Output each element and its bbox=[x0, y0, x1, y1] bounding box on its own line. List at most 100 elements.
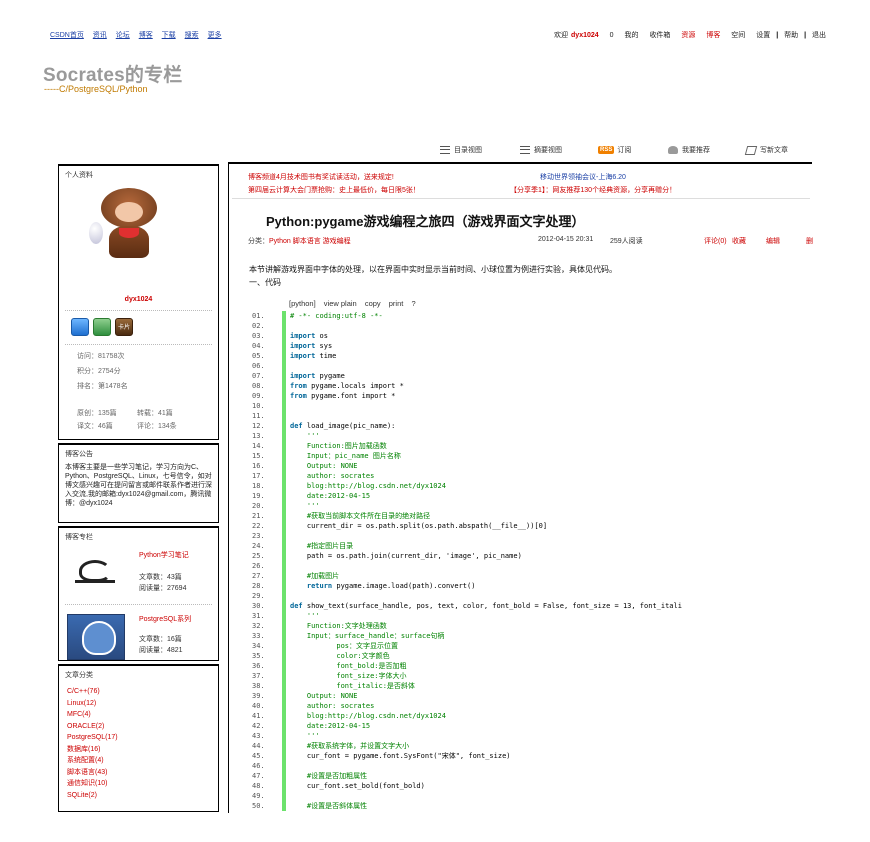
write-article-button[interactable]: 写新文章 bbox=[744, 145, 788, 155]
category-list: C/C++(76) Linux(12) MFC(4) ORACLE(2) Pos… bbox=[59, 684, 218, 803]
recommend-label: 我要推荐 bbox=[682, 147, 710, 154]
nav-link-download[interactable]: 下载 bbox=[162, 32, 176, 39]
user-link[interactable]: dyx1024 bbox=[571, 32, 599, 39]
medal-icon[interactable] bbox=[71, 318, 89, 336]
category-item[interactable]: PostgreSQL(17) bbox=[67, 732, 210, 744]
category-label: 分类： bbox=[248, 238, 269, 245]
code-text: import pygame bbox=[290, 372, 345, 380]
notice-link[interactable]: 第四届云计算大会门票抢购：史上最低价，每日限5张！ bbox=[248, 185, 420, 197]
comments-link[interactable]: 评论(0) bbox=[704, 236, 727, 246]
medal-icon[interactable] bbox=[93, 318, 111, 336]
code-line: 23. bbox=[252, 531, 814, 541]
code-text: date:2012-04-15 bbox=[290, 492, 371, 500]
nav-link-forum[interactable]: 论坛 bbox=[116, 32, 130, 39]
line-number: 18. bbox=[252, 482, 265, 490]
code-line: 14. Function:图片加载函数 bbox=[252, 441, 814, 451]
category-item[interactable]: SQLite(2) bbox=[67, 790, 210, 802]
line-number: 14. bbox=[252, 442, 265, 450]
help-link[interactable]: 帮助 bbox=[784, 32, 798, 39]
section-heading: 一、代码 bbox=[249, 278, 281, 287]
code-text: ''' bbox=[290, 432, 320, 440]
line-number: 12. bbox=[252, 422, 265, 430]
code-language: [python] bbox=[289, 299, 316, 308]
notice-link[interactable]: 【分享季1】：网友推荐130个经典资源，分享再赠分！ bbox=[510, 185, 676, 197]
line-number: 22. bbox=[252, 522, 265, 530]
card-icon[interactable]: 卡片 bbox=[115, 318, 133, 336]
profile-username[interactable]: dyx1024 bbox=[59, 296, 218, 303]
nav-link-blog[interactable]: 博客 bbox=[139, 32, 153, 39]
line-number: 41. bbox=[252, 712, 265, 720]
line-number: 46. bbox=[252, 762, 265, 770]
line-number: 39. bbox=[252, 692, 265, 700]
line-number: 19. bbox=[252, 492, 265, 500]
welcome-text: 欢迎 bbox=[554, 32, 569, 39]
line-number: 16. bbox=[252, 462, 265, 470]
resources-link[interactable]: 资源 bbox=[681, 32, 695, 39]
line-number: 37. bbox=[252, 672, 265, 680]
favorite-link[interactable]: 收藏 bbox=[732, 236, 746, 246]
line-number: 28. bbox=[252, 582, 265, 590]
blog-title[interactable]: Socrates的专栏 bbox=[43, 60, 182, 87]
mine-label: 我的 bbox=[624, 32, 639, 39]
nav-link-csdn-home[interactable]: CSDN首页 bbox=[50, 32, 84, 39]
line-number: 25. bbox=[252, 552, 265, 560]
column-name[interactable]: Python学习笔记 bbox=[139, 550, 189, 560]
code-text: Input：pic_name 图片名称 bbox=[290, 452, 401, 460]
help-link[interactable]: ? bbox=[411, 299, 415, 308]
column-image[interactable] bbox=[67, 550, 123, 596]
rss-subscribe-button[interactable]: RSS 订阅 bbox=[598, 145, 631, 155]
category-item[interactable]: C/C++(76) bbox=[67, 686, 210, 698]
summary-view-button[interactable]: 摘要视图 bbox=[520, 145, 562, 155]
message-count[interactable]: 0 bbox=[610, 32, 614, 39]
article-title[interactable]: Python:pygame游戏编程之旅四（游戏界面文字处理） bbox=[266, 211, 585, 230]
line-number: 30. bbox=[252, 602, 265, 610]
article-categories[interactable]: Python 脚本语言 游戏编程 bbox=[269, 238, 351, 245]
postgresql-elephant-icon[interactable] bbox=[67, 614, 125, 660]
logout-link[interactable]: 退出 bbox=[812, 32, 826, 39]
my-blog-link[interactable]: 博客 bbox=[706, 32, 720, 39]
column-articles: 文章数：43篇 bbox=[139, 574, 182, 581]
line-number: 13. bbox=[252, 432, 265, 440]
column-item: PostgreSQL系列 文章数：16篇 阅读量：4821 bbox=[67, 614, 213, 664]
code-line: 10. bbox=[252, 401, 814, 411]
notice-link[interactable]: 移动世界领袖会议-上海6.20 bbox=[540, 172, 626, 184]
inbox-link[interactable]: 收件箱 bbox=[649, 32, 670, 39]
original-count: 原创：135篇 bbox=[77, 410, 117, 417]
settings-link[interactable]: 设置 bbox=[756, 32, 770, 39]
category-item[interactable]: 系统配置(4) bbox=[67, 755, 210, 767]
category-item[interactable]: 脚本语言(43) bbox=[67, 767, 210, 779]
nav-link-more[interactable]: 更多 bbox=[208, 32, 222, 39]
print-link[interactable]: print bbox=[389, 299, 404, 308]
recommend-button[interactable]: 我要推荐 bbox=[668, 145, 710, 155]
column-name[interactable]: PostgreSQL系列 bbox=[139, 614, 191, 624]
code-line: 44. #获取系统字体，并设置文字大小 bbox=[252, 741, 814, 751]
code-line: 04. import sys bbox=[252, 341, 814, 351]
avatar[interactable] bbox=[85, 188, 171, 260]
code-toolbar: [python] view plain copy print ? bbox=[289, 299, 422, 308]
category-item[interactable]: 数据库(16) bbox=[67, 744, 210, 756]
article-meta: 分类：Python 脚本语言 游戏编程 2012-04-15 20:31 259… bbox=[248, 236, 813, 246]
code-line: 49. bbox=[252, 791, 814, 801]
code-text: path = os.path.join(current_dir, 'image'… bbox=[290, 552, 522, 560]
category-item[interactable]: 通信知识(10) bbox=[67, 778, 210, 790]
article-date: 2012-04-15 20:31 bbox=[538, 236, 594, 243]
nav-link-search[interactable]: 搜索 bbox=[185, 32, 199, 39]
category-item[interactable]: MFC(4) bbox=[67, 709, 210, 721]
category-item[interactable]: Linux(12) bbox=[67, 698, 210, 710]
directory-view-button[interactable]: 目录视图 bbox=[440, 145, 482, 155]
code-line: 05. import time bbox=[252, 351, 814, 361]
line-number: 21. bbox=[252, 512, 265, 520]
reposted-count: 转载：41篇 bbox=[137, 410, 173, 417]
main-border bbox=[228, 163, 229, 813]
nav-link-news[interactable]: 资讯 bbox=[93, 32, 107, 39]
categories-panel: 文章分类 C/C++(76) Linux(12) MFC(4) ORACLE(2… bbox=[58, 664, 219, 812]
announcement-panel-title: 博客公告 bbox=[65, 451, 93, 458]
view-plain-link[interactable]: view plain bbox=[324, 299, 357, 308]
delete-link[interactable]: 删 bbox=[806, 236, 813, 246]
space-link[interactable]: 空间 bbox=[731, 32, 745, 39]
copy-link[interactable]: copy bbox=[365, 299, 381, 308]
category-item[interactable]: ORACLE(2) bbox=[67, 721, 210, 733]
notice-link[interactable]: 博客频道4月技术图书有奖试读活动，送来规定! bbox=[248, 172, 394, 184]
code-line: 50. #设置是否斜体属性 bbox=[252, 801, 814, 811]
edit-link[interactable]: 编辑 bbox=[766, 236, 780, 246]
